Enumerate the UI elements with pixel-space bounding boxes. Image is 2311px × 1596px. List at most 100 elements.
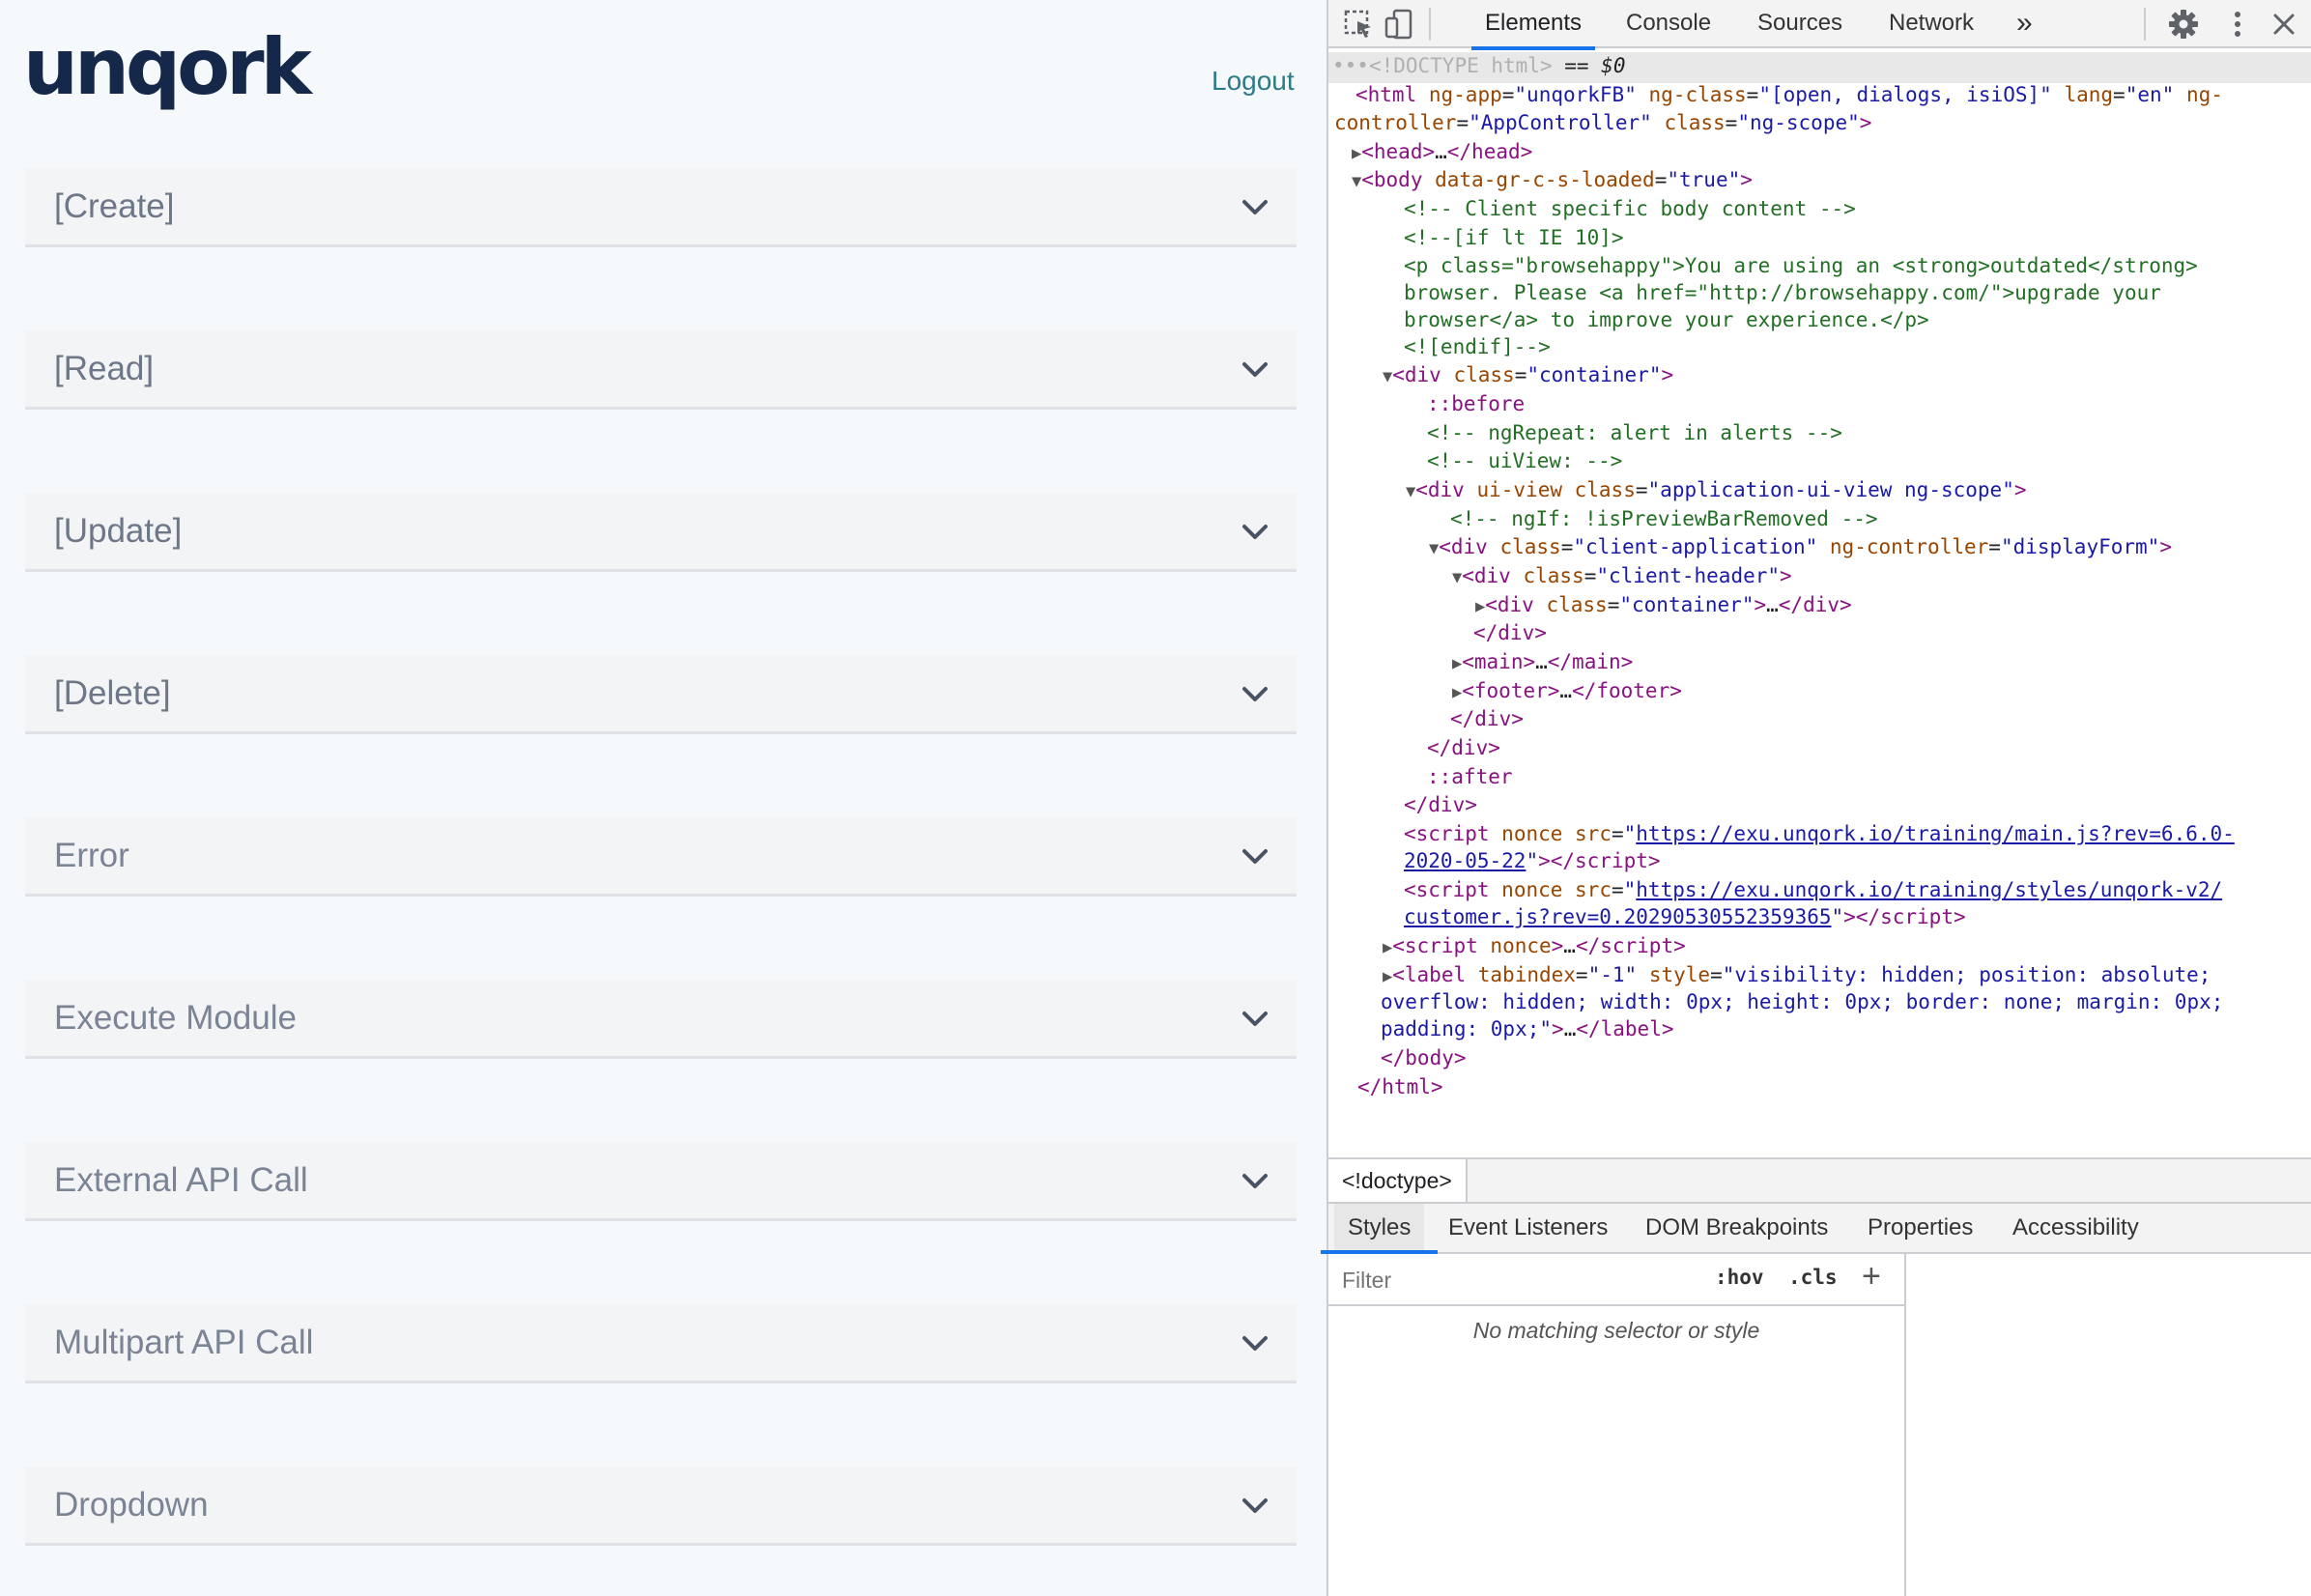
more-tabs-button[interactable]: » xyxy=(2016,0,2033,48)
chevron-down-icon xyxy=(1242,1336,1268,1351)
dom-node-html[interactable]: <html ng-app="unqorkFB" ng-class="[open,… xyxy=(1355,81,2223,110)
tab-accessibility[interactable]: Accessibility xyxy=(2012,1204,2139,1252)
chevron-down-icon xyxy=(1242,849,1268,864)
dom-comment[interactable]: <!-- Client specific body content --> xyxy=(1404,195,1856,224)
tab-console[interactable]: Console xyxy=(1626,0,1711,48)
chevron-down-icon xyxy=(1242,362,1268,377)
dom-comment[interactable]: <!--[if lt IE 10]> xyxy=(1404,224,1624,253)
dom-pseudo-after[interactable]: ::after xyxy=(1427,763,1513,792)
panel-update[interactable]: [Update] xyxy=(25,493,1297,572)
styles-subtabs: Styles Event Listeners DOM Breakpoints P… xyxy=(1320,1204,2311,1254)
dom-comment: browser. Please <a href="http://browseha… xyxy=(1404,281,2161,304)
dom-close-div[interactable]: </div> xyxy=(1404,791,1477,820)
hov-toggle[interactable]: :hov xyxy=(1715,1266,1764,1289)
kebab-menu-icon[interactable] xyxy=(2221,8,2254,41)
breadcrumb-item[interactable]: <!doctype> xyxy=(1328,1159,1468,1202)
dom-node-script-main-cont: 2020-05-22"></script> xyxy=(1404,849,1661,872)
panel-label: [Update] xyxy=(54,512,183,550)
panel-create[interactable]: [Create] xyxy=(25,168,1297,247)
script-link[interactable]: customer.js?rev=0.20290530552359365 xyxy=(1404,905,1832,928)
dom-comment: <![endif]--> xyxy=(1404,335,1551,358)
dom-node-label-cont: padding: 0px;">…</label> xyxy=(1381,1017,1674,1040)
panel-external-api-call[interactable]: External API Call xyxy=(25,1142,1297,1221)
panel-dropdown[interactable]: Dropdown xyxy=(25,1467,1297,1546)
styles-pane: :hov .cls + No matching selector or styl… xyxy=(1328,1254,1906,1596)
chevron-down-icon xyxy=(1242,525,1268,539)
dom-comment: <p class="browsehappy">You are using an … xyxy=(1404,254,2198,277)
panel-read[interactable]: [Read] xyxy=(25,330,1297,410)
tab-network[interactable]: Network xyxy=(1889,0,1974,48)
toolbar-separator xyxy=(2144,8,2146,41)
device-toggle-icon[interactable] xyxy=(1383,8,1415,41)
toolbar-separator xyxy=(1429,8,1431,41)
styles-filter-row: :hov .cls + xyxy=(1328,1254,1904,1306)
chevron-down-icon xyxy=(1242,1174,1268,1188)
dom-node-div-container[interactable]: ▼<div class="container"> xyxy=(1383,361,1673,392)
tab-dom-breakpoints[interactable]: DOM Breakpoints xyxy=(1645,1204,1828,1252)
unqork-app: unqork Logout [Create] [Read] [Update] [… xyxy=(0,0,1327,1596)
logout-link[interactable]: Logout xyxy=(1212,66,1295,97)
script-link[interactable]: 2020-05-22 xyxy=(1404,849,1526,872)
panel-label: Dropdown xyxy=(54,1486,209,1524)
dom-node-doctype[interactable]: •••<!DOCTYPE html> == $0 xyxy=(1328,52,2311,83)
tab-styles[interactable]: Styles xyxy=(1320,1204,1439,1254)
panel-label: Error xyxy=(54,837,129,874)
dom-node-script-inline[interactable]: ▶<script nonce>…</script> xyxy=(1383,932,1686,963)
script-link[interactable]: https://exu.unqork.io/training/main.js?r… xyxy=(1636,822,2235,845)
devtools-panel: Elements Console Sources Network » •••<!… xyxy=(1320,0,2311,1596)
inspect-icon[interactable] xyxy=(1342,8,1375,41)
tab-sources[interactable]: Sources xyxy=(1757,0,1842,48)
panel-label: Execute Module xyxy=(54,999,297,1037)
dom-pseudo-before[interactable]: ::before xyxy=(1427,390,1525,419)
dom-node-footer[interactable]: ▶<footer>…</footer> xyxy=(1452,677,1682,708)
dom-node-head[interactable]: ▶<head>…</head> xyxy=(1352,138,1532,169)
dom-comment[interactable]: <!-- ngRepeat: alert in alerts --> xyxy=(1427,419,1842,448)
breadcrumb: <!doctype> xyxy=(1328,1157,2311,1204)
chevron-down-icon xyxy=(1242,1012,1268,1026)
dom-tree: •••<!DOCTYPE html> == $0 <html ng-app="u… xyxy=(1328,50,2311,1156)
dom-comment[interactable]: <!-- uiView: --> xyxy=(1427,447,1622,476)
dom-node-inner-container[interactable]: ▶<div class="container">…</div> xyxy=(1475,591,1852,622)
dom-node-client-application[interactable]: ▼<div class="client-application" ng-cont… xyxy=(1429,533,2172,564)
tab-event-listeners[interactable]: Event Listeners xyxy=(1448,1204,1608,1252)
close-icon[interactable] xyxy=(2268,8,2300,41)
chevron-down-icon xyxy=(1242,687,1268,701)
dom-close-div[interactable]: </div> xyxy=(1427,734,1500,763)
panel-multipart-api-call[interactable]: Multipart API Call xyxy=(25,1304,1297,1383)
panel-execute-module[interactable]: Execute Module xyxy=(25,980,1297,1059)
script-link[interactable]: https://exu.unqork.io/training/styles/un… xyxy=(1636,878,2222,901)
dom-node-script-customer-cont: customer.js?rev=0.20290530552359365"></s… xyxy=(1404,905,1966,928)
new-style-rule-button[interactable]: + xyxy=(1862,1258,1881,1296)
dom-node-label-cont: overflow: hidden; width: 0px; height: 0p… xyxy=(1381,990,2224,1013)
unqork-logo: unqork xyxy=(23,22,312,112)
styles-filter-input[interactable] xyxy=(1336,1261,1696,1299)
panel-label: [Read] xyxy=(54,350,155,387)
chevron-down-icon xyxy=(1242,200,1268,214)
dom-node-body[interactable]: ▼<body data-gr-c-s-loaded="true"> xyxy=(1352,166,1753,197)
panel-error[interactable]: Error xyxy=(25,817,1297,897)
dom-node-ui-view[interactable]: ▼<div ui-view class="application-ui-view… xyxy=(1406,476,2027,507)
dom-comment[interactable]: <!-- ngIf: !isPreviewBarRemoved --> xyxy=(1450,505,1878,534)
dom-node-script-customer[interactable]: <script nonce src="https://exu.unqork.io… xyxy=(1404,876,2222,905)
panel-label: External API Call xyxy=(54,1161,308,1199)
dom-close-div[interactable]: </div> xyxy=(1450,705,1524,734)
dom-node-client-header[interactable]: ▼<div class="client-header"> xyxy=(1452,562,1792,593)
dom-close-body[interactable]: </body> xyxy=(1381,1044,1467,1073)
dom-close-div[interactable]: </div> xyxy=(1473,619,1547,648)
dom-node-script-main[interactable]: <script nonce src="https://exu.unqork.io… xyxy=(1404,820,2235,849)
dom-node-main[interactable]: ▶<main>…</main> xyxy=(1452,648,1633,679)
dom-node-label[interactable]: ▶<label tabindex="-1" style="visibility:… xyxy=(1383,961,2211,992)
panel-delete[interactable]: [Delete] xyxy=(25,655,1297,734)
tab-properties[interactable]: Properties xyxy=(1868,1204,1973,1252)
tab-elements[interactable]: Elements xyxy=(1470,0,1596,50)
panel-label: [Create] xyxy=(54,187,175,225)
gear-icon[interactable] xyxy=(2167,8,2200,41)
chevron-down-icon xyxy=(1242,1498,1268,1513)
panel-label: Multipart API Call xyxy=(54,1324,314,1361)
devtools-toolbar: Elements Console Sources Network » xyxy=(1328,0,2311,50)
no-matching-style-message: No matching selector or style xyxy=(1472,1318,1760,1343)
dom-close-html[interactable]: </html> xyxy=(1357,1073,1443,1102)
panel-label: [Delete] xyxy=(54,674,171,712)
cls-toggle[interactable]: .cls xyxy=(1788,1266,1838,1289)
dom-node-html-cont: controller="AppController" class="ng-sco… xyxy=(1334,111,1872,134)
